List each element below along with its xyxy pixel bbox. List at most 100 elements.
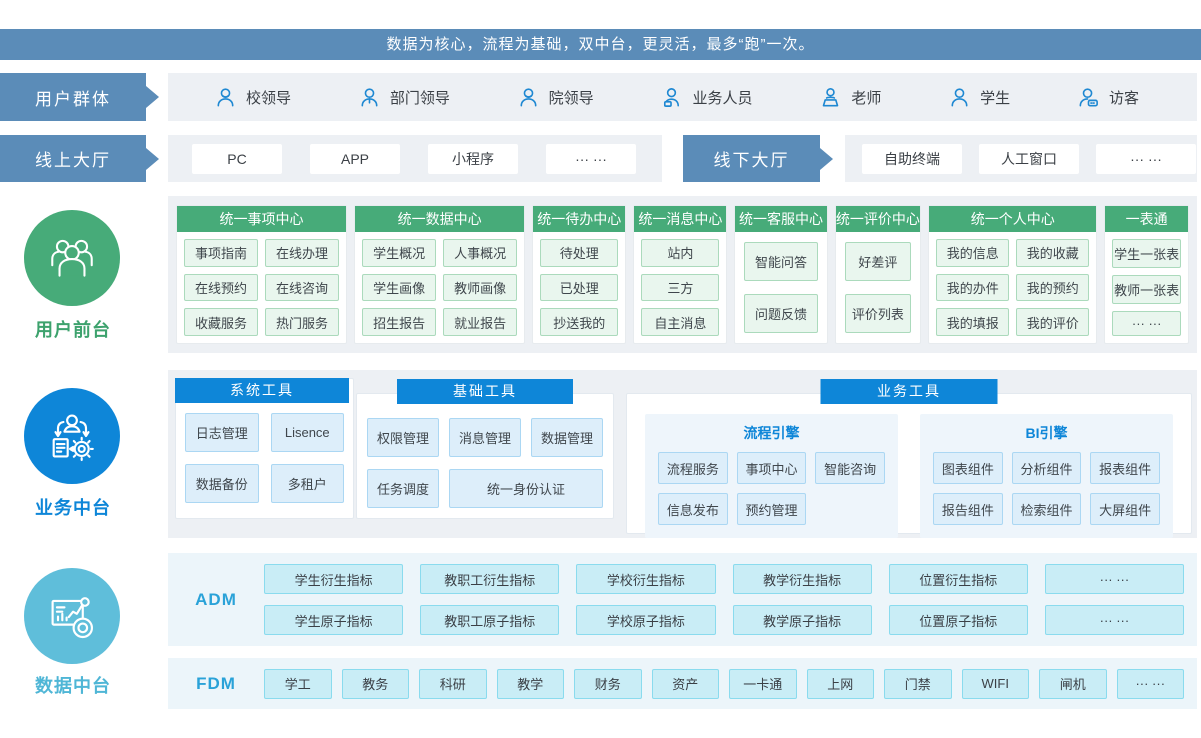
service-chip: 在线办理 (265, 239, 339, 267)
adm-label: ADM (168, 590, 264, 610)
user-group-item: 业务人员 (660, 86, 752, 109)
column-header: 统一评价中心 (836, 206, 921, 232)
offline-channel-more: ··· ··· (1096, 144, 1196, 174)
teacher-icon (819, 86, 842, 109)
service-chip: 我的信息 (936, 239, 1009, 267)
business-tools-tab: 业务工具 (821, 379, 998, 404)
service-chip: 自主消息 (641, 308, 719, 336)
indicator-chip: 学生衍生指标 (264, 564, 403, 594)
tool-chip: 分析组件 (1012, 452, 1082, 484)
student-icon (948, 86, 971, 109)
column-header: 统一客服中心 (735, 206, 826, 232)
fdm-panel: FDM 学工 教务 科研 教学 财务 资产 一卡通 上网 门禁 WIFI 闸机 … (168, 658, 1197, 709)
process-engine-title: 流程引擎 (658, 423, 885, 443)
column-header: 一表通 (1105, 206, 1188, 232)
service-chip: 在线咨询 (265, 274, 339, 302)
tool-chip: 权限管理 (367, 418, 439, 457)
indicator-chip: 位置原子指标 (889, 605, 1028, 635)
service-chip: 我的填报 (936, 308, 1009, 336)
data-title: 数据中台 (0, 672, 146, 698)
user-group-name: 老师 (851, 87, 881, 108)
domain-chip: 一卡通 (729, 669, 797, 699)
backend-badge (24, 388, 120, 484)
college-leader-icon (517, 86, 540, 109)
indicator-chip: 教职工原子指标 (420, 605, 559, 635)
column-header: 统一个人中心 (929, 206, 1096, 232)
service-chip: 就业报告 (443, 308, 517, 336)
service-chip: 站内 (641, 239, 719, 267)
school-leader-icon (214, 86, 237, 109)
data-badge (24, 568, 120, 664)
tool-chip: 数据管理 (531, 418, 603, 457)
service-chip: 学生画像 (362, 274, 436, 302)
tool-chip: 消息管理 (449, 418, 521, 457)
indicator-chip: 学校原子指标 (576, 605, 715, 635)
frontend-column-data: 统一数据中心 学生概况 人事概况 学生画像 教师画像 招生报告 就业报告 (354, 205, 525, 344)
basic-tools-panel: 基础工具 权限管理 消息管理 数据管理 任务调度 统一身份认证 (356, 393, 614, 519)
fdm-label: FDM (168, 674, 264, 694)
dashboard-chart-icon (44, 588, 100, 644)
frontend-column-matters: 统一事项中心 事项指南 在线办理 在线预约 在线咨询 收藏服务 热门服务 (176, 205, 347, 344)
service-chip: 我的办件 (936, 274, 1009, 302)
service-chip: 抄送我的 (540, 308, 618, 336)
domain-chip: 教学 (497, 669, 565, 699)
offline-hall-label: 线下大厅 (683, 135, 820, 182)
tool-chip: 事项中心 (737, 452, 807, 484)
domain-chip: 门禁 (884, 669, 952, 699)
bi-engine-card: BI引擎 图表组件 分析组件 报表组件 报告组件 检索组件 大屏组件 (920, 414, 1173, 538)
offline-hall-row: 自助终端 人工窗口 ··· ··· (845, 135, 1197, 182)
staff-icon (660, 86, 683, 109)
service-chip: 收藏服务 (184, 308, 258, 336)
tool-chip: 数据备份 (185, 464, 259, 503)
column-header: 统一待办中心 (533, 206, 625, 232)
offline-channel-box: 人工窗口 (979, 144, 1079, 174)
tool-chip: 日志管理 (185, 413, 259, 452)
frontend-column-message: 统一消息中心 站内 三方 自主消息 (633, 205, 727, 344)
frontend-column-personal: 统一个人中心 我的信息 我的收藏 我的办件 我的预约 我的填报 我的评价 (928, 205, 1097, 344)
online-channel-box: PC (192, 144, 282, 174)
domain-chip-more: ··· ··· (1117, 669, 1185, 699)
domain-chip: 教务 (342, 669, 410, 699)
user-group-name: 部门领导 (390, 87, 450, 108)
frontend-column-onetable: 一表通 学生一张表 教师一张表 ··· ··· (1104, 205, 1189, 344)
indicator-chip: 位置衍生指标 (889, 564, 1028, 594)
architecture-diagram: 数据为核心，流程为基础，双中台，更灵活，最多“跑”一次。 用户群体 校领导 部门… (0, 0, 1201, 738)
column-header: 统一数据中心 (355, 206, 524, 232)
frontend-title: 用户前台 (0, 316, 146, 342)
user-group-name: 业务人员 (692, 87, 752, 108)
indicator-chip: 教职工衍生指标 (420, 564, 559, 594)
user-group-name: 校领导 (246, 87, 291, 108)
service-chip: 智能问答 (744, 242, 817, 281)
service-chip: 三方 (641, 274, 719, 302)
basic-tools-tab: 基础工具 (397, 379, 573, 404)
tool-chip: 流程服务 (658, 452, 728, 484)
department-leader-icon (358, 86, 381, 109)
business-tools-panel: 业务工具 流程引擎 流程服务 事项中心 智能咨询 信息发布 预约管理 BI引擎 … (626, 393, 1192, 534)
service-chip: 在线预约 (184, 274, 258, 302)
frontend-column-todo: 统一待办中心 待处理 已处理 抄送我的 (532, 205, 626, 344)
indicator-chip-more: ··· ··· (1045, 605, 1184, 635)
service-chip: 待处理 (540, 239, 618, 267)
online-channel-box: APP (310, 144, 400, 174)
tool-chip: 智能咨询 (815, 452, 885, 484)
indicator-chip: 教学衍生指标 (733, 564, 872, 594)
user-group-item: 院领导 (517, 86, 594, 109)
online-channel-box: 小程序 (428, 144, 518, 174)
indicator-chip-more: ··· ··· (1045, 564, 1184, 594)
column-header: 统一事项中心 (177, 206, 346, 232)
service-chip: 我的收藏 (1016, 239, 1089, 267)
column-header: 统一消息中心 (634, 206, 726, 232)
service-chip: 我的预约 (1016, 274, 1089, 302)
user-group-item: 学生 (948, 86, 1010, 109)
indicator-chip: 学校衍生指标 (576, 564, 715, 594)
tool-chip: 多租户 (271, 464, 345, 503)
domain-chip: 闸机 (1039, 669, 1107, 699)
system-tools-tab: 系统工具 (175, 378, 349, 403)
user-groups-label: 用户群体 (0, 73, 146, 121)
online-channel-more: ··· ··· (546, 144, 636, 174)
tool-chip: 预约管理 (737, 493, 807, 525)
service-chip: 招生报告 (362, 308, 436, 336)
tool-chip: 图表组件 (933, 452, 1003, 484)
tool-chip: 任务调度 (367, 469, 439, 508)
tool-chip: 检索组件 (1012, 493, 1082, 525)
